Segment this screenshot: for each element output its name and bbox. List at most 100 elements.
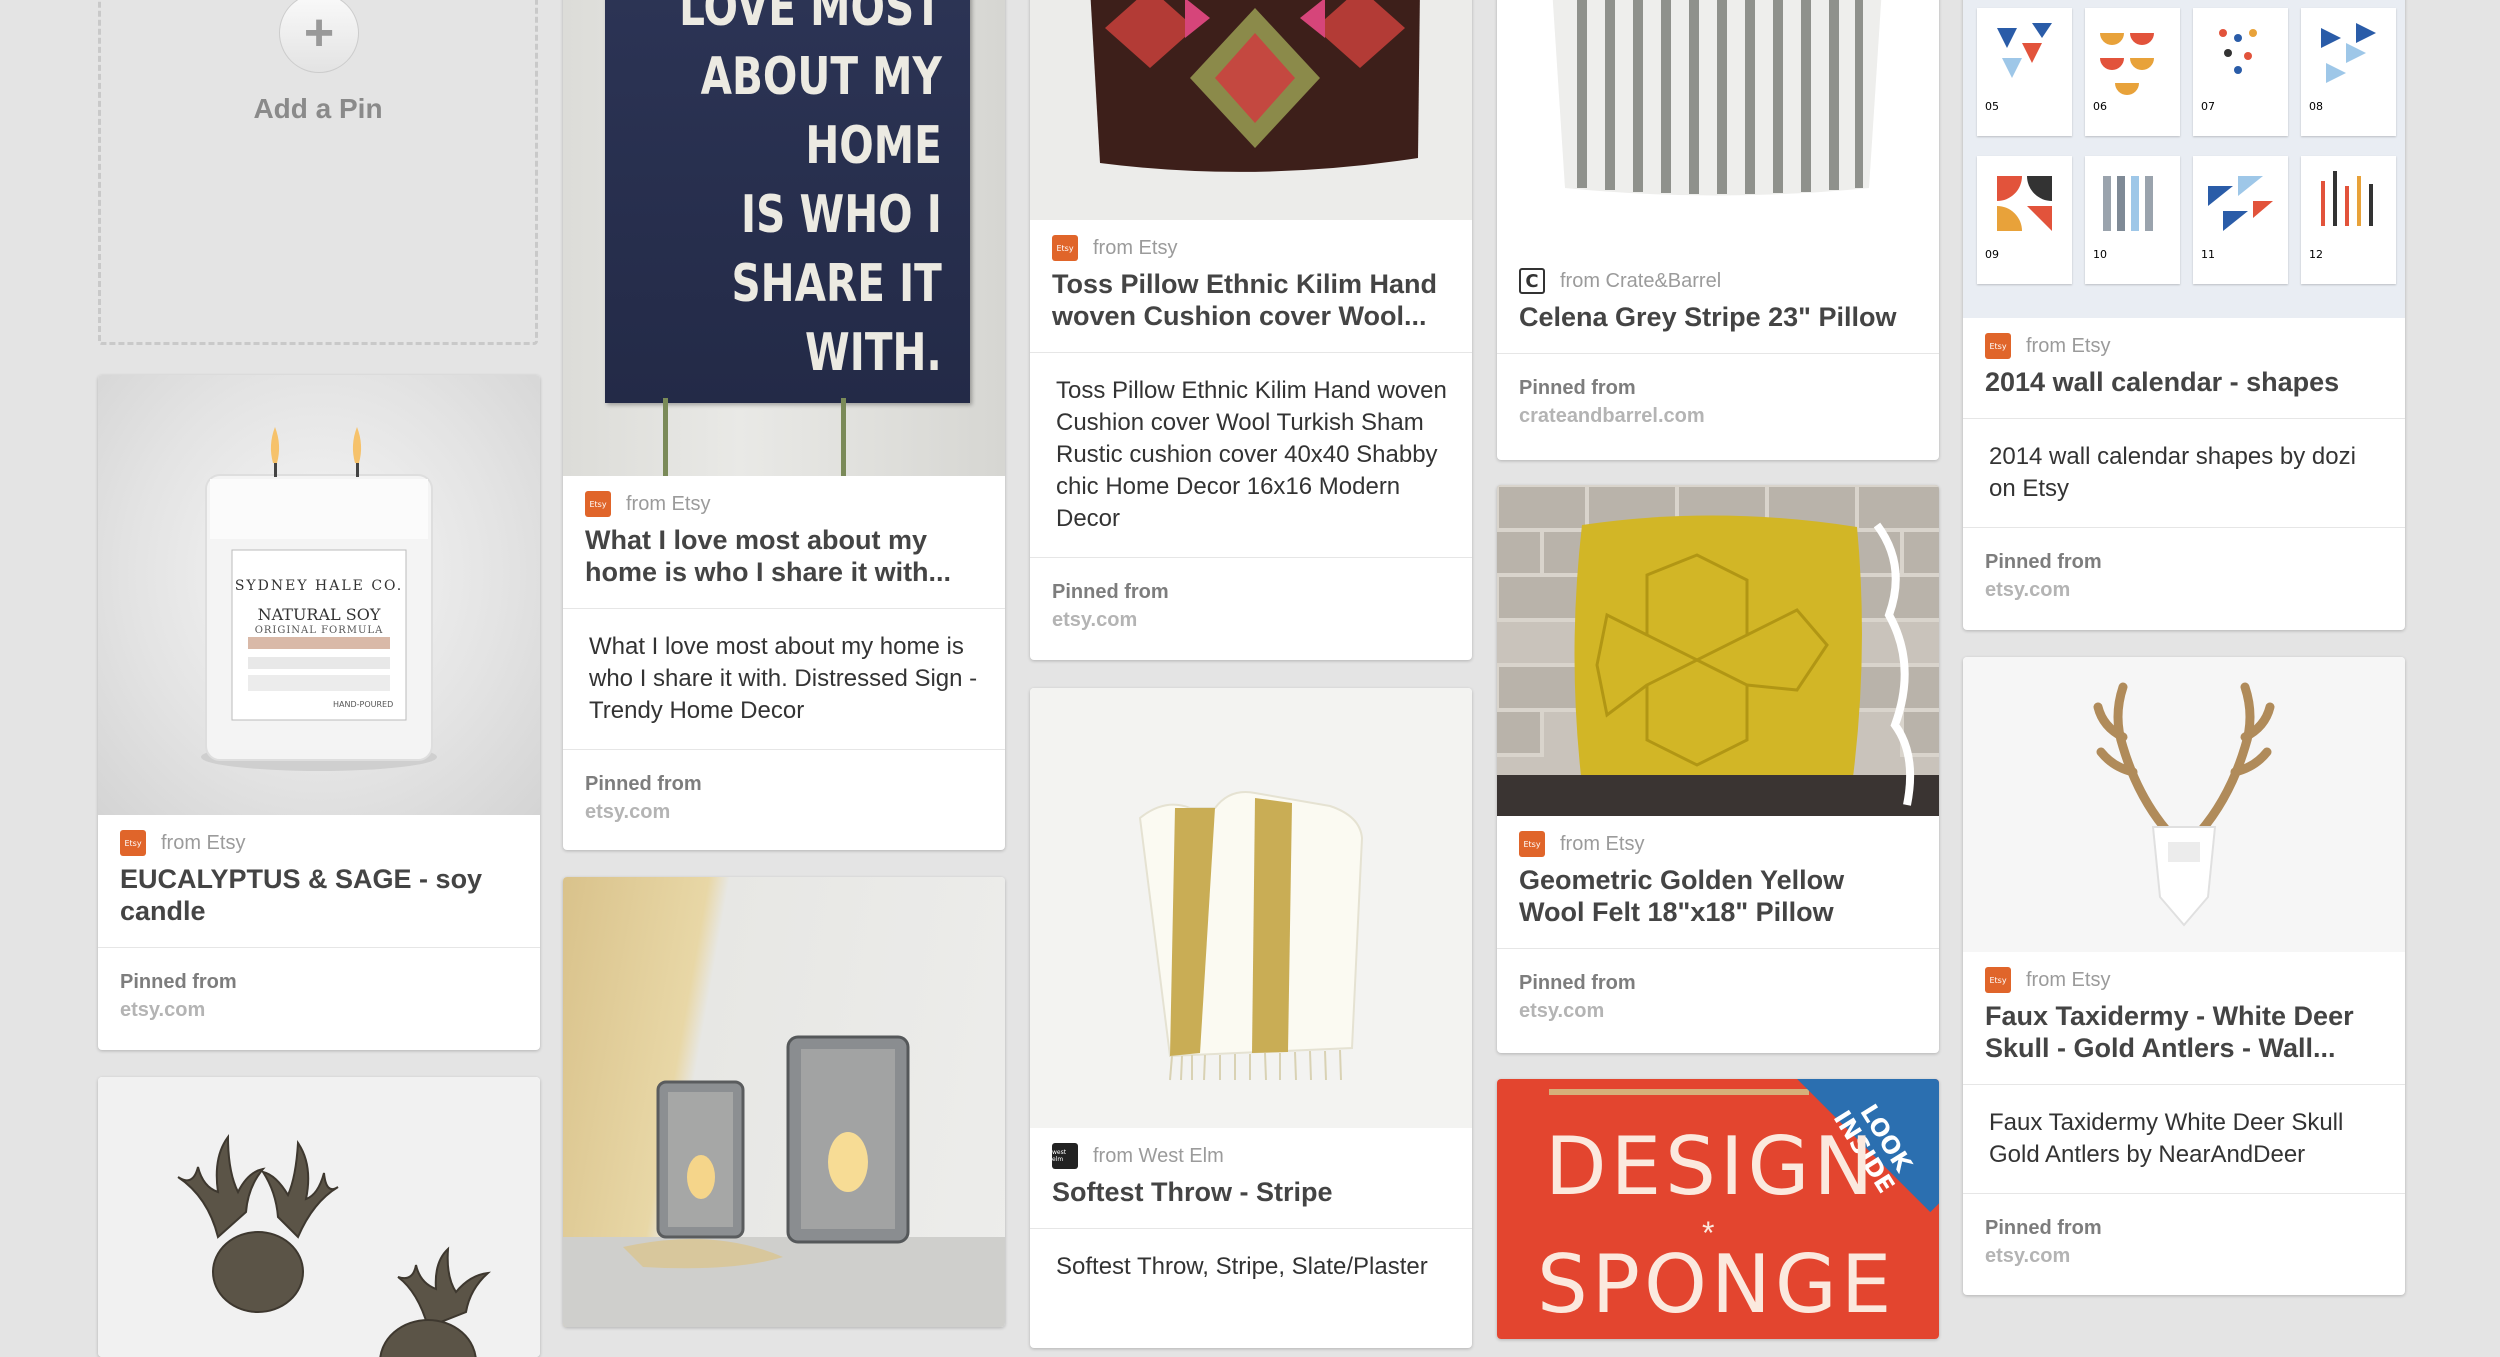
pin-description: Toss Pillow Ethnic Kilim Hand woven Cush… [1030,352,1472,557]
pin-image-yellow-pillow[interactable] [1497,485,1939,816]
etsy-logo-icon: Etsy [1985,333,2011,359]
pin-title[interactable]: EUCALYPTUS & SAGE - soy candle [98,853,540,947]
pin-description: What I love most about my home is who I … [563,608,1005,749]
pinned-from: Pinned from etsy.com [98,947,540,1046]
book-title-line1: DESIGN [1545,1120,1878,1213]
pin-image-stripe-pillow[interactable] [1497,0,1939,253]
pinned-from-site[interactable]: etsy.com [585,798,983,826]
triangle-shapes [1997,23,2052,78]
pin-card-throw[interactable]: west elm from West Elm Softest Throw - S… [1030,688,1472,1348]
pin-source[interactable]: C from Crate&Barrel [1497,253,1939,294]
etsy-logo-icon: Etsy [585,491,611,517]
pin-source[interactable]: west elm from West Elm [1030,1128,1472,1169]
sign-line: ABOUT MY [700,47,942,107]
pin-title[interactable]: Softest Throw - Stripe [1030,1166,1472,1228]
lanterns-illustration [563,1035,1005,1327]
pinned-from-site[interactable]: etsy.com [1519,997,1917,1025]
pin-title[interactable]: Geometric Golden Yellow Wool Felt 18"x18… [1497,854,1939,948]
plus-icon[interactable]: + [279,0,359,73]
pin-card-book[interactable]: LOOK INSIDE DESIGN * SPONGE [1497,1079,1939,1339]
pin-title[interactable]: Celena Grey Stripe 23" Pillow [1497,291,1939,353]
pin-card-sign[interactable]: LOVE MOST ABOUT MY HOME IS WHO I SHARE I… [563,0,1005,850]
etsy-logo-icon: Etsy [1519,831,1545,857]
pin-image-throw[interactable] [1030,688,1472,1128]
calendar-month: 06 [2085,8,2180,136]
pin-card-stripe-pillow[interactable]: C from Crate&Barrel Celena Grey Stripe 2… [1497,0,1939,460]
pinned-from: Pinned from etsy.com [563,749,1005,848]
pinned-from-label: Pinned from [1519,377,1636,399]
stripe-pillow-illustration [1552,0,1882,196]
calendar-month-number: 11 [2201,248,2215,261]
calendar-month-number: 09 [1985,248,1999,261]
pinned-from-label: Pinned from [1519,972,1636,994]
pin-image-sign[interactable]: LOVE MOST ABOUT MY HOME IS WHO I SHARE I… [563,0,1005,476]
pin-source[interactable]: Etsy from Etsy [1963,952,2405,993]
pin-source-text: from Etsy [161,831,246,854]
pinned-from-site[interactable]: etsy.com [120,996,518,1024]
sign-line: LOVE MOST [679,0,942,38]
pin-source-text: from West Elm [1093,1144,1224,1167]
pin-source-text: from Etsy [626,492,711,515]
pin-source[interactable]: Etsy from Etsy [563,476,1005,517]
pin-image-deer-heads[interactable] [98,1077,540,1357]
pinned-from-site[interactable]: etsy.com [1985,576,2383,604]
pin-image-book[interactable]: LOOK INSIDE DESIGN * SPONGE [1497,1079,1939,1339]
pin-title[interactable]: 2014 wall calendar - shapes [1963,356,2405,418]
pinned-from-site[interactable]: etsy.com [1985,1242,2383,1270]
pin-description: Softest Throw, Stripe, Slate/Plaster [1030,1228,1472,1305]
pinned-from-label: Pinned from [120,971,237,993]
crate-and-barrel-logo-icon: C [1519,268,1545,294]
pin-card-kilim[interactable]: Etsy from Etsy Toss Pillow Ethnic Kilim … [1030,0,1472,660]
candle-line3-text: HAND-POURED [333,700,394,709]
pin-card-antlers[interactable]: Etsy from Etsy Faux Taxidermy - White De… [1963,657,2405,1295]
candle-brand-text: SYDNEY HALE CO. [234,578,404,594]
pin-description: 2014 wall calendar shapes by dozi on Ets… [1963,418,2405,527]
sign-stake [663,398,668,476]
pin-source[interactable]: Etsy from Etsy [1030,220,1472,261]
bar-shapes [2103,176,2153,231]
pin-card-yellow-pillow[interactable]: Etsy from Etsy Geometric Golden Yellow W… [1497,485,1939,1053]
calendar-month-number: 10 [2093,248,2107,261]
pin-card-calendar[interactable]: 05 06 07 08 09 10 11 12 Etsy from Etsy 2… [1963,0,2405,630]
sign-board: LOVE MOST ABOUT MY HOME IS WHO I SHARE I… [605,0,970,403]
pinned-from: Pinned from crateandbarrel.com [1497,353,1939,452]
pin-title[interactable]: Toss Pillow Ethnic Kilim Hand woven Cush… [1030,258,1472,352]
pin-title[interactable]: Faux Taxidermy - White Deer Skull - Gold… [1963,990,2405,1084]
candle-line1-text: NATURAL SOY [257,605,381,624]
pin-image-calendar[interactable]: 05 06 07 08 09 10 11 12 [1963,0,2405,318]
sign-line: HOME [805,116,943,176]
pin-image-candle[interactable]: SYDNEY HALE CO. NATURAL SOY ORIGINAL FOR… [98,375,540,815]
pin-image-antlers[interactable] [1963,657,2405,952]
calendar-month: 10 [2085,156,2180,284]
pin-card-deer-heads[interactable] [98,1077,540,1357]
deer-heads-illustration [177,1133,492,1357]
pin-source[interactable]: Etsy from Etsy [1497,816,1939,857]
pin-title[interactable]: What I love most about my home is who I … [563,514,1005,608]
pin-image-kilim[interactable] [1030,0,1472,220]
calendar-month-number: 05 [1985,100,1999,113]
pinned-from-label: Pinned from [1052,581,1169,603]
deer-skull-antlers-illustration [2093,682,2275,927]
pin-image-lanterns[interactable] [563,877,1005,1327]
book-title-line2: SPONGE [1537,1238,1896,1331]
triangle-shapes [2208,176,2273,231]
pin-card-candle[interactable]: SYDNEY HALE CO. NATURAL SOY ORIGINAL FOR… [98,375,540,1050]
calendar-month: 11 [2193,156,2288,284]
pin-card-lanterns[interactable] [563,877,1005,1327]
yellow-pillow-illustration [1497,485,1939,816]
pin-source[interactable]: Etsy from Etsy [98,815,540,856]
pin-source-text: from Etsy [2026,334,2111,357]
calendar-month-number: 12 [2309,248,2323,261]
pinned-from-site[interactable]: etsy.com [1052,606,1450,634]
semicircle-shapes [2100,33,2154,95]
pinned-from-site[interactable]: crateandbarrel.com [1519,402,1917,430]
add-pin-card[interactable]: + Add a Pin [98,0,538,345]
pinned-from-label: Pinned from [585,773,702,795]
pin-source[interactable]: Etsy from Etsy [1963,318,2405,359]
dot-shapes [2219,29,2257,74]
west-elm-logo-icon: west elm [1052,1143,1078,1169]
triangle-shapes [2321,23,2376,83]
candle-line2-text: ORIGINAL FORMULA [254,625,384,636]
pinned-from-label: Pinned from [1985,1217,2102,1239]
sign-line: SHARE IT [731,254,942,314]
